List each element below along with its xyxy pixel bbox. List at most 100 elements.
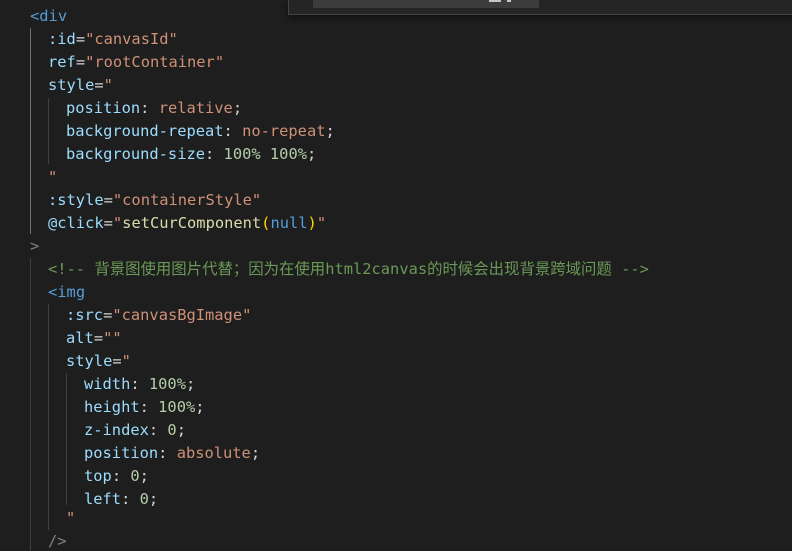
tag-bracket: /> <box>48 532 67 550</box>
css-property: top <box>84 467 112 485</box>
code-line[interactable]: style=" <box>66 350 131 373</box>
equals-sign: = <box>112 352 122 370</box>
code-line[interactable]: " <box>66 507 75 530</box>
indent-guide <box>30 28 31 234</box>
code-line[interactable]: <div <box>30 5 67 28</box>
css-property: left <box>84 490 122 508</box>
attribute-name: style <box>48 76 95 94</box>
find-widget[interactable] <box>288 0 792 15</box>
indent-guide <box>30 258 31 551</box>
colon: : <box>205 145 224 163</box>
css-property: position <box>84 444 159 462</box>
css-value: relative <box>158 99 233 117</box>
attribute-value: "canvasBgImage" <box>112 306 252 324</box>
html-comment: <!-- 背景图使用图片代替；因为在使用html2canvas的时候会出现背景跨… <box>48 260 649 278</box>
attribute-value: "containerStyle" <box>112 191 262 209</box>
code-line[interactable]: position: absolute; <box>84 442 260 465</box>
css-value: absolute <box>176 444 251 462</box>
open-quote: " <box>112 214 123 232</box>
code-line[interactable]: height: 100%; <box>84 396 205 419</box>
colon: : <box>140 99 159 117</box>
tag-name: img <box>57 283 86 301</box>
equals-sign: = <box>103 214 113 232</box>
attribute-name: ref <box>48 53 76 71</box>
colon: : <box>148 421 168 439</box>
colon: : <box>121 490 140 508</box>
close-quote: " <box>316 214 327 232</box>
close-paren: ) <box>307 214 317 232</box>
code-line[interactable]: > <box>30 235 39 258</box>
code-line[interactable]: left: 0; <box>84 488 158 511</box>
code-line[interactable]: width: 100%; <box>84 373 195 396</box>
indent-guide <box>48 98 49 164</box>
code-line[interactable]: z-index: 0; <box>84 419 186 442</box>
css-value: 100% <box>269 145 307 163</box>
code-line[interactable]: :id="canvasId" <box>48 28 178 51</box>
equals-sign: = <box>75 53 86 71</box>
code-line[interactable]: :src="canvasBgImage" <box>66 304 251 327</box>
semicolon: ; <box>306 145 317 163</box>
regex-icon[interactable] <box>507 0 511 2</box>
semicolon: ; <box>176 421 186 439</box>
attribute-name: style <box>66 352 113 370</box>
indent-guide <box>48 304 49 530</box>
function-name: setCurComponent <box>122 214 262 232</box>
attribute-name: @click <box>48 214 104 232</box>
semicolon: ; <box>232 99 243 117</box>
code-line[interactable]: background-size: 100% 100%; <box>66 143 316 166</box>
css-value: 100% <box>223 145 261 163</box>
attribute-value: "rootContainer" <box>85 53 225 71</box>
code-line[interactable]: @click="setCurComponent(null)" <box>48 212 326 235</box>
code-line[interactable]: :style="containerStyle" <box>48 189 261 212</box>
css-value: 0 <box>167 421 177 439</box>
closing-quote: " <box>66 509 76 527</box>
semicolon: ; <box>139 467 149 485</box>
equals-sign: = <box>94 76 104 94</box>
tag-bracket: < <box>28 0 37 3</box>
code-line[interactable]: ref="rootContainer" <box>48 51 224 74</box>
code-line[interactable]: position: relative; <box>66 97 242 120</box>
match-case-icon[interactable] <box>489 0 501 2</box>
equals-sign: = <box>103 191 113 209</box>
attribute-value: "" <box>103 329 122 347</box>
semicolon: ; <box>148 490 159 508</box>
equals-sign: = <box>93 329 104 347</box>
code-line[interactable]: background-repeat: no-repeat; <box>66 120 335 143</box>
closing-quote: " <box>48 168 58 186</box>
code-line[interactable]: <img <box>48 281 85 304</box>
colon: : <box>223 122 243 140</box>
attribute-name: alt <box>66 329 94 347</box>
colon: : <box>158 444 177 462</box>
code-line[interactable]: " <box>48 166 57 189</box>
code-line[interactable]: alt="" <box>66 327 122 350</box>
tag-name: div <box>39 7 68 25</box>
css-value: no-repeat <box>242 122 326 140</box>
code-editor[interactable]: < <div :id="canvasId" ref="rootContainer… <box>0 0 792 551</box>
indent-guide <box>66 373 67 505</box>
equals-sign: = <box>75 30 86 48</box>
attribute-name: :style <box>48 191 104 209</box>
code-line[interactable]: /> <box>48 530 67 551</box>
css-value: 100% <box>158 398 196 416</box>
code-line[interactable]: style=" <box>48 74 113 97</box>
code-line[interactable]: <!-- 背景图使用图片代替；因为在使用html2canvas的时候会出现背景跨… <box>48 258 649 281</box>
attribute-value: "canvasId" <box>85 30 178 48</box>
css-property: position <box>66 99 141 117</box>
css-property: z-index <box>84 421 149 439</box>
tag-bracket: < <box>30 7 40 25</box>
tag-bracket: > <box>30 237 40 255</box>
css-property: height <box>84 398 140 416</box>
semicolon: ; <box>185 375 196 393</box>
colon: : <box>111 467 131 485</box>
css-property: width <box>84 375 131 393</box>
css-value: 100% <box>148 375 186 393</box>
colon: : <box>130 375 149 393</box>
find-options <box>489 0 511 5</box>
css-value: 0 <box>139 490 149 508</box>
attribute-name: :id <box>48 30 76 48</box>
css-property: background-size <box>66 145 205 163</box>
code-line[interactable]: top: 0; <box>84 465 149 488</box>
css-property: background-repeat <box>66 122 224 140</box>
null-keyword: null <box>270 214 308 232</box>
